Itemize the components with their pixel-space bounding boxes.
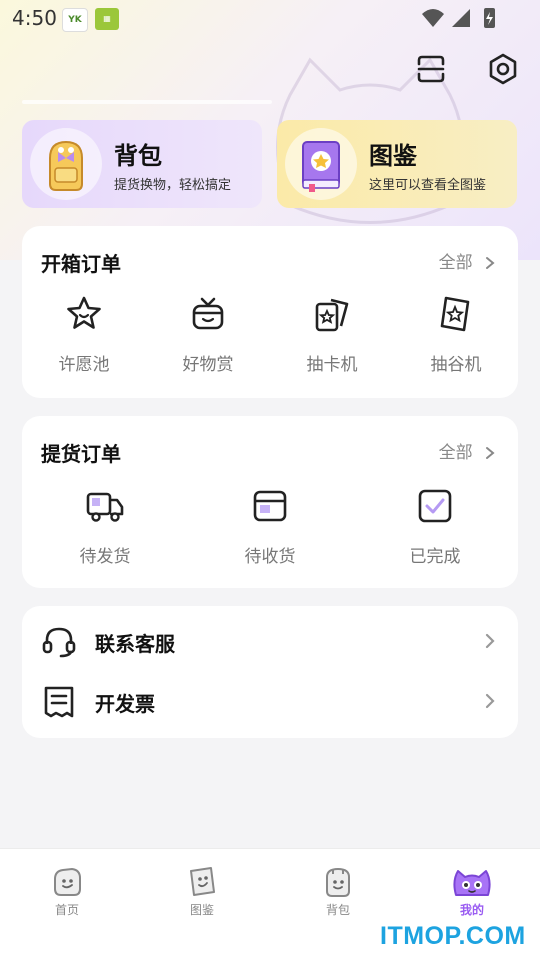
tab-profile[interactable]: 我的 (427, 865, 517, 918)
box-orders-all-label: 全部 (438, 253, 473, 273)
site-watermark: ITMOP.COM (380, 922, 526, 950)
customer-service-row[interactable]: 联系客服 (22, 612, 518, 672)
tab-profile-label: 我的 (459, 903, 484, 917)
chevron-right-icon (485, 633, 495, 649)
package-icon (253, 490, 287, 522)
tab-backpack-label: 背包 (325, 903, 350, 917)
customer-service-label: 联系客服 (95, 632, 175, 656)
scan-icon[interactable] (414, 52, 448, 86)
collection-avatar (285, 128, 357, 200)
tab-collection[interactable]: 图鉴 (157, 865, 247, 918)
to-receive-item[interactable]: 待收货 (220, 486, 320, 567)
grain-machine-label: 抽谷机 (430, 355, 482, 375)
pickup-orders-all-label: 全部 (438, 443, 473, 463)
completed-item[interactable]: 已完成 (385, 486, 485, 567)
backpack-avatar (30, 128, 102, 200)
invoice-row[interactable]: 开发票 (22, 672, 518, 732)
to-receive-label: 待收货 (244, 547, 296, 567)
pickup-orders-panel: 提货订单 全部 待发货 待收货 已完成 (22, 416, 518, 588)
app-notification-icon: YK (62, 8, 88, 32)
invoice-icon (44, 686, 74, 718)
backpack-card[interactable]: 背包 提货换物，轻松搞定 (22, 120, 262, 208)
pickup-orders-all-link[interactable]: 全部 (439, 438, 496, 463)
cards-icon (315, 298, 349, 332)
collection-subtitle: 这里可以查看全图鉴 (369, 178, 487, 193)
backpack-title: 背包 (114, 142, 162, 170)
gift-notification-icon: ▦ (95, 8, 119, 30)
book-tab-icon (190, 867, 215, 896)
tab-home-label: 首页 (54, 903, 79, 917)
home-tab-icon (54, 867, 81, 896)
hero-divider (22, 100, 272, 104)
chevron-right-icon (486, 257, 495, 269)
headset-icon (42, 627, 76, 658)
invoice-label: 开发票 (95, 692, 155, 716)
to-ship-label: 待发货 (79, 547, 131, 567)
chevron-right-icon (485, 693, 495, 709)
truck-icon (86, 492, 124, 522)
to-ship-item[interactable]: 待发货 (55, 486, 155, 567)
wish-pool-label: 许愿池 (58, 355, 110, 375)
wish-pool-item[interactable]: 许愿池 (34, 294, 134, 375)
gift-icon (192, 297, 224, 330)
pickup-orders-title: 提货订单 (41, 442, 121, 466)
collection-card[interactable]: 图鉴 这里可以查看全图鉴 (277, 120, 517, 208)
check-icon (418, 489, 452, 523)
tab-collection-label: 图鉴 (189, 903, 214, 917)
book-icon (302, 141, 340, 192)
status-time: 4:50 (12, 6, 57, 30)
chevron-right-icon (486, 447, 495, 459)
good-prize-label: 好物赏 (182, 355, 234, 375)
bag-tab-icon (326, 867, 350, 897)
box-orders-panel: 开箱订单 全部 许愿池 好物赏 抽卡机 抽谷机 (22, 226, 518, 398)
completed-label: 已完成 (409, 547, 461, 567)
status-bar: 4:50 YK ▦ (0, 0, 540, 38)
system-status-icons (422, 8, 495, 28)
settings-icon[interactable] (486, 52, 520, 86)
ticket-icon (440, 296, 470, 332)
box-orders-title: 开箱订单 (41, 252, 121, 276)
tab-backpack[interactable]: 背包 (293, 865, 383, 918)
collection-title: 图鉴 (369, 142, 417, 170)
backpack-icon (49, 140, 83, 191)
card-machine-item[interactable]: 抽卡机 (282, 294, 382, 375)
box-orders-all-link[interactable]: 全部 (439, 248, 496, 273)
grain-machine-item[interactable]: 抽谷机 (406, 294, 506, 375)
good-prize-item[interactable]: 好物赏 (158, 294, 258, 375)
backpack-subtitle: 提货换物，轻松搞定 (114, 178, 232, 193)
star-icon (67, 296, 101, 329)
profile-tab-icon (453, 870, 491, 896)
tab-home[interactable]: 首页 (22, 865, 112, 918)
service-panel: 联系客服 开发票 (22, 606, 518, 738)
card-machine-label: 抽卡机 (306, 355, 358, 375)
